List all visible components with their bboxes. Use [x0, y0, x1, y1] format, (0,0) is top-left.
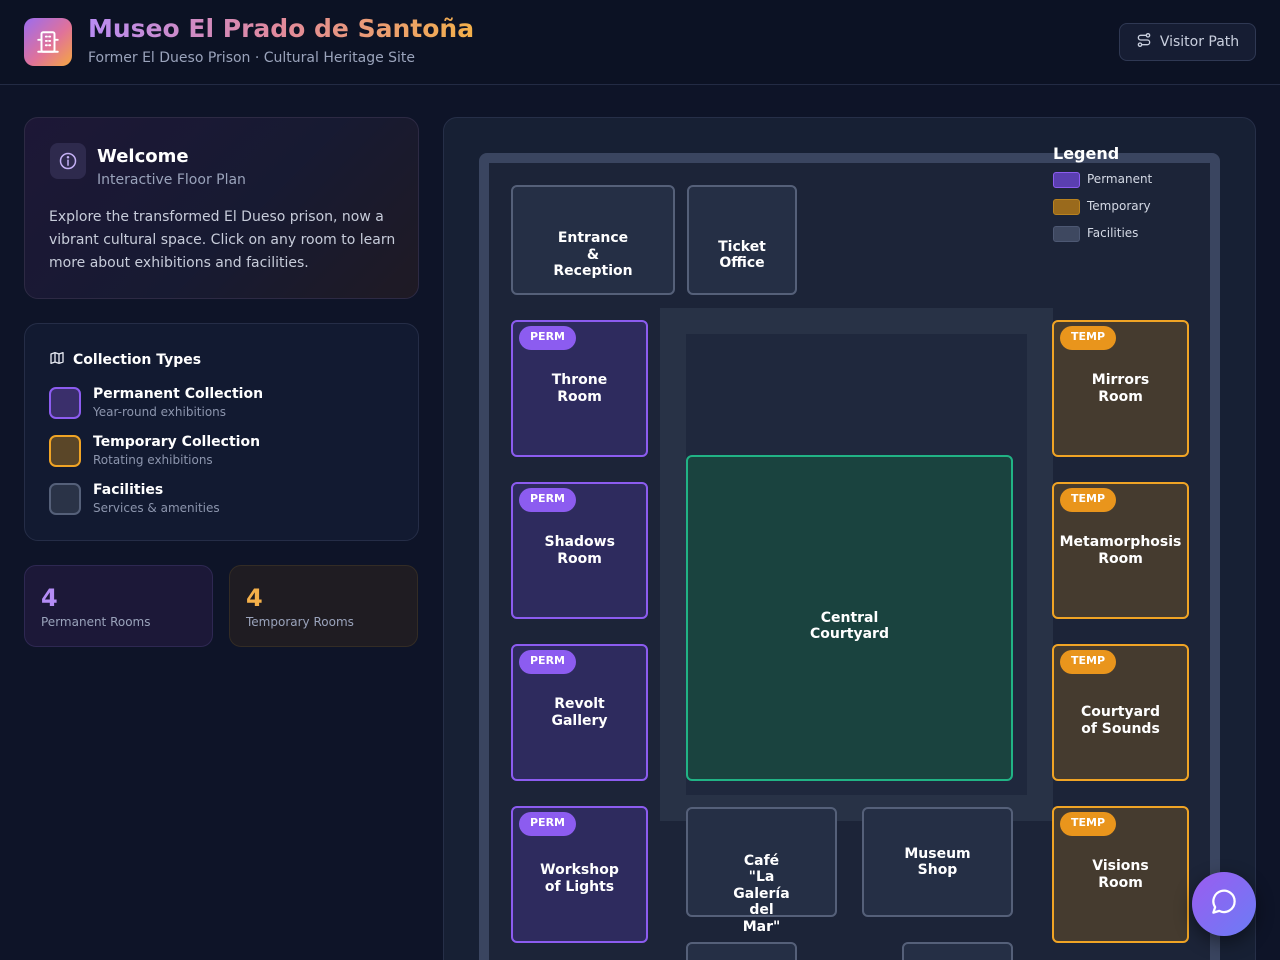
stat-permanent: 4 Permanent Rooms [24, 565, 213, 647]
room-visions[interactable]: TEMP Visions Room [1052, 806, 1189, 943]
chat-bubble-icon [1209, 887, 1239, 921]
info-icon [50, 143, 86, 179]
welcome-card: Welcome Interactive Floor Plan Explore t… [24, 117, 419, 299]
type-desc: Rotating exhibitions [93, 453, 213, 467]
type-temporary: Temporary Collection Rotating exhibition… [49, 434, 389, 468]
room-partial[interactable] [686, 942, 797, 960]
stat-temporary-value: 4 [246, 584, 263, 612]
stat-temporary-label: Temporary Rooms [246, 615, 354, 629]
legend-swatch [1053, 226, 1080, 242]
welcome-subtitle: Interactive Floor Plan [97, 172, 246, 188]
type-label: Facilities [93, 482, 164, 498]
room-revolt-gallery[interactable]: PERM Revolt Gallery [511, 644, 648, 781]
type-label: Permanent Collection [93, 386, 264, 402]
legend-label: Temporary [1087, 199, 1151, 213]
facilities-swatch [49, 483, 81, 515]
legend-label: Permanent [1087, 172, 1153, 186]
room-label: Workshop of Lights [540, 862, 619, 895]
room-label: Ticket Office [718, 238, 766, 272]
chat-button[interactable] [1192, 872, 1256, 936]
temp-tag: TEMP [1060, 326, 1117, 350]
type-desc: Services & amenities [93, 501, 220, 515]
room-mirrors[interactable]: TEMP Mirrors Room [1052, 320, 1189, 457]
legend-swatch [1053, 199, 1080, 215]
type-facilities: Facilities Services & amenities [49, 482, 389, 516]
welcome-body: Explore the transformed El Dueso prison,… [49, 209, 396, 271]
room-workshop-of-lights[interactable]: PERM Workshop of Lights [511, 806, 648, 943]
stat-temporary: 4 Temporary Rooms [229, 565, 418, 647]
room-label: Visions Room [1092, 858, 1149, 891]
temp-tag: TEMP [1060, 488, 1117, 512]
collection-types-card: Collection Types Permanent Collection Ye… [24, 323, 419, 541]
temp-tag: TEMP [1060, 812, 1117, 836]
room-shadows[interactable]: PERM Shadows Room [511, 482, 648, 619]
map-icon [49, 350, 65, 370]
temp-tag: TEMP [1060, 650, 1117, 674]
room-label: Revolt Gallery [551, 696, 608, 729]
room-partial[interactable] [902, 942, 1013, 960]
room-label: Central Courtyard [810, 609, 889, 643]
welcome-title: Welcome [97, 146, 189, 167]
perm-tag: PERM [519, 650, 576, 674]
room-courtyard-of-sounds[interactable]: TEMP Courtyard of Sounds [1052, 644, 1189, 781]
room-label: Café "La Galería del Mar" [733, 852, 790, 935]
permanent-swatch [49, 387, 81, 419]
room-museum-shop[interactable]: Museum Shop [862, 807, 1013, 917]
room-ticket-office[interactable]: Ticket Office [687, 185, 797, 295]
building-icon [24, 18, 72, 66]
stat-permanent-value: 4 [41, 584, 58, 612]
room-central-courtyard[interactable]: Central Courtyard [686, 455, 1013, 781]
stat-permanent-label: Permanent Rooms [41, 615, 151, 629]
perm-tag: PERM [519, 326, 576, 350]
type-label: Temporary Collection [93, 434, 261, 450]
room-metamorphosis[interactable]: TEMP Metamorphosis Room [1052, 482, 1189, 619]
visitor-path-label: Visitor Path [1159, 34, 1240, 50]
room-label: Metamorphosis Room [1059, 534, 1182, 567]
room-entrance[interactable]: Entrance & Reception [511, 185, 675, 295]
perm-tag: PERM [519, 812, 576, 836]
legend-swatch [1053, 172, 1080, 188]
room-label: Entrance & Reception [553, 230, 633, 280]
room-label: Courtyard of Sounds [1081, 704, 1160, 737]
room-label: Museum Shop [904, 845, 971, 879]
type-desc: Year-round exhibitions [93, 405, 227, 419]
room-label: Shadows Room [544, 534, 615, 567]
app-header: Museo El Prado de Santoña Former El Dues… [0, 0, 1280, 85]
app-subtitle: Former El Dueso Prison · Cultural Herita… [88, 50, 416, 66]
perm-tag: PERM [519, 488, 576, 512]
type-permanent: Permanent Collection Year-round exhibiti… [49, 386, 389, 420]
room-label: Throne Room [551, 372, 608, 405]
collection-types-title: Collection Types [73, 352, 202, 368]
room-throne[interactable]: PERM Throne Room [511, 320, 648, 457]
collection-types-header: Collection Types [49, 350, 201, 370]
room-label: Mirrors Room [1091, 372, 1150, 405]
room-cafe[interactable]: Café "La Galería del Mar" [686, 807, 837, 935]
app-title: Museo El Prado de Santoña [88, 14, 475, 43]
route-icon [1136, 32, 1152, 52]
temporary-swatch [49, 435, 81, 467]
visitor-path-button[interactable]: Visitor Path [1119, 23, 1256, 61]
legend-title: Legend [1053, 144, 1120, 163]
legend-label: Facilities [1087, 226, 1139, 240]
